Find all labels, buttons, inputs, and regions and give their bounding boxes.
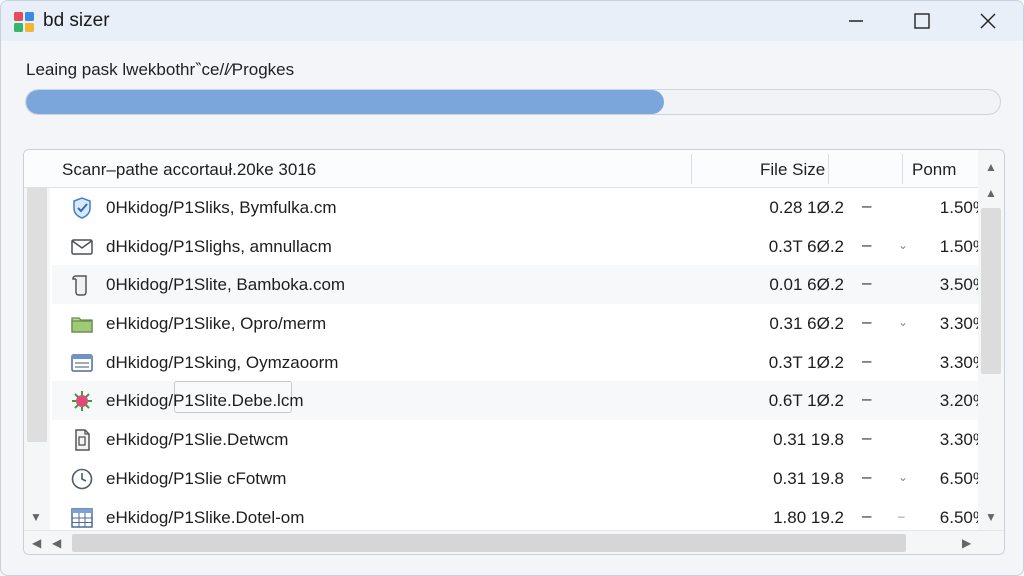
scan-status-text: Leaing pask lwekbothr‶ce//⁄Progkes <box>26 60 295 79</box>
row-path: eHkidog/P1Slite.Debe.lcm <box>106 391 304 411</box>
row-chevron-icon[interactable]: – <box>898 509 905 523</box>
column-header-path[interactable]: Scanr–pathe accortauł.20ke 3016 <box>62 150 316 187</box>
document-icon <box>75 429 90 451</box>
row-file-size: 0.01 6Ø.2 <box>769 275 844 295</box>
virus-icon <box>72 391 92 412</box>
column-divider[interactable] <box>902 154 903 184</box>
row-dash: – <box>862 350 872 370</box>
horizontal-scroll-thumb[interactable] <box>72 534 906 552</box>
scroll-down-arrow-icon[interactable]: ▼ <box>985 510 997 524</box>
title-bar[interactable]: bd sizer <box>1 1 1023 41</box>
row-path: eHkidog/P1Slike.Dotel-om <box>106 507 305 527</box>
scroll-down-arrow-icon[interactable]: ▼ <box>30 510 42 524</box>
row-dash: – <box>862 466 872 486</box>
column-divider[interactable] <box>828 154 829 184</box>
row-percent: 3.30% <box>939 352 988 372</box>
table-row[interactable]: dHkidog/P1Sking, Oymzaoorm 0.3T 1Ø.2 – 3… <box>52 343 988 382</box>
row-path: 0Hkidog/P1Sliks, Bymfulka.cm <box>106 198 337 217</box>
spreadsheet-icon <box>71 507 93 528</box>
row-dash: – <box>862 428 872 448</box>
row-path: eHkidog/P1Slie.Detwcm <box>106 430 289 450</box>
table-row[interactable]: dHkidog/P1Slighs, amnullacm 0.3T 6Ø.2 – … <box>52 227 988 266</box>
row-dash: – <box>862 389 872 409</box>
row-file-size: 0.31 19.8 <box>773 430 844 450</box>
row-file-size: 1.80 19.2 <box>773 507 844 527</box>
table-row[interactable]: 0Hkidog/P1Sliks, Bymfulka.cm 0.28 1Ø.2 –… <box>52 188 988 227</box>
row-dash: – <box>862 234 872 254</box>
row-path: dHkidog/P1Sking, Oymzaoorm <box>106 352 339 372</box>
row-dash: – <box>862 312 872 332</box>
row-chevron-icon[interactable]: ⌄ <box>898 238 908 252</box>
app-grid-icon <box>14 12 34 32</box>
close-icon <box>980 13 996 29</box>
scan-progress-bar <box>25 89 1001 115</box>
right-scrollbar[interactable]: ▲ ▲ ▼ <box>978 150 1004 530</box>
row-percent: 3.30% <box>939 430 988 450</box>
left-scrollbar[interactable]: ▲ ▼ <box>24 150 50 530</box>
left-scroll-thumb[interactable] <box>27 186 47 442</box>
table-row[interactable]: eHkidog/P1Slie.Detwcm 0.31 19.8 – 3.30% <box>52 420 988 459</box>
folder-icon <box>71 317 93 333</box>
table-header: Scanr–pathe accortauł.20ke 3016 File Siz… <box>24 150 1004 188</box>
row-percent: 1.50% <box>939 236 988 256</box>
row-dash: – <box>862 505 872 525</box>
scroll-right-arrow-icon[interactable]: ▶ <box>962 536 971 550</box>
clock-icon <box>71 468 93 490</box>
maximize-icon <box>914 13 930 29</box>
scroll-up-arrow-icon[interactable]: ▲ <box>985 160 997 174</box>
table-row[interactable]: eHkidog/P1Slike, Opro/merm 0.31 6Ø.2 – ⌄… <box>52 304 988 343</box>
progress-fill <box>26 90 664 114</box>
table-row[interactable]: 0Hkidog/P1Slite, Bamboka.com 0.01 6Ø.2 –… <box>52 265 988 305</box>
row-percent: 6.50% <box>939 507 988 527</box>
row-dash: – <box>862 273 872 293</box>
row-percent: 3.50% <box>939 275 988 295</box>
right-scroll-thumb[interactable] <box>981 208 1001 374</box>
row-path: eHkidog/P1Slie cFotwm <box>106 468 287 488</box>
row-file-size: 0.6T 1Ø.2 <box>768 391 844 411</box>
row-path: eHkidog/P1Slike, Opro/merm <box>106 314 327 334</box>
window-list-icon <box>71 354 93 372</box>
table-row[interactable]: eHkidog/P1Slite.Debe.lcm 0.6T 1Ø.2 – 3.2… <box>52 381 988 421</box>
row-percent: 3.20% <box>939 391 988 411</box>
row-chevron-icon[interactable]: ⌄ <box>898 470 908 484</box>
close-button[interactable] <box>965 1 1011 41</box>
results-table: ▲ ▼ Scanr–pathe accortauł.20ke 3016 File… <box>23 149 1005 555</box>
window-title: bd sizer <box>43 10 110 31</box>
row-percent: 1.50% <box>939 198 988 217</box>
app-window: bd sizer Leaing pask lwekbothr‶ce//⁄Prog… <box>0 0 1024 576</box>
scroll-left-arrow-icon[interactable]: ◀ <box>32 536 41 550</box>
column-header-file-size[interactable]: File Size <box>760 150 825 187</box>
horizontal-scrollbar[interactable]: ◀ ◀ ▶ <box>24 530 1004 554</box>
column-divider[interactable] <box>691 154 692 184</box>
row-percent: 6.50% <box>939 468 988 488</box>
scroll-up-arrow-icon[interactable]: ▲ <box>985 186 997 200</box>
row-path: dHkidog/P1Slighs, amnullacm <box>106 236 332 256</box>
row-file-size: 0.3T 6Ø.2 <box>768 236 844 256</box>
table-row[interactable]: eHkidog/P1Slie cFotwm 0.31 19.8 – ⌄ 6.50… <box>52 459 988 498</box>
shield-check-icon <box>73 197 91 219</box>
row-file-size: 0.3T 1Ø.2 <box>768 352 844 372</box>
row-file-size: 0.28 1Ø.2 <box>769 198 844 217</box>
row-percent: 3.30% <box>939 314 988 334</box>
row-chevron-icon[interactable]: ⌄ <box>898 315 908 329</box>
minimize-button[interactable] <box>833 1 879 41</box>
maximize-button[interactable] <box>899 1 945 41</box>
row-dash: – <box>862 196 872 215</box>
column-header-percent[interactable]: Ponm <box>912 150 956 187</box>
row-path: 0Hkidog/P1Slite, Bamboka.com <box>106 275 346 295</box>
scroll-document-icon <box>72 275 87 297</box>
minimize-icon <box>849 20 863 22</box>
table-body: 0Hkidog/P1Sliks, Bymfulka.cm 0.28 1Ø.2 –… <box>52 188 988 536</box>
row-file-size: 0.31 19.8 <box>773 468 844 488</box>
scroll-left-arrow-icon[interactable]: ◀ <box>52 536 61 550</box>
row-file-size: 0.31 6Ø.2 <box>769 314 844 334</box>
mail-icon <box>71 238 93 255</box>
